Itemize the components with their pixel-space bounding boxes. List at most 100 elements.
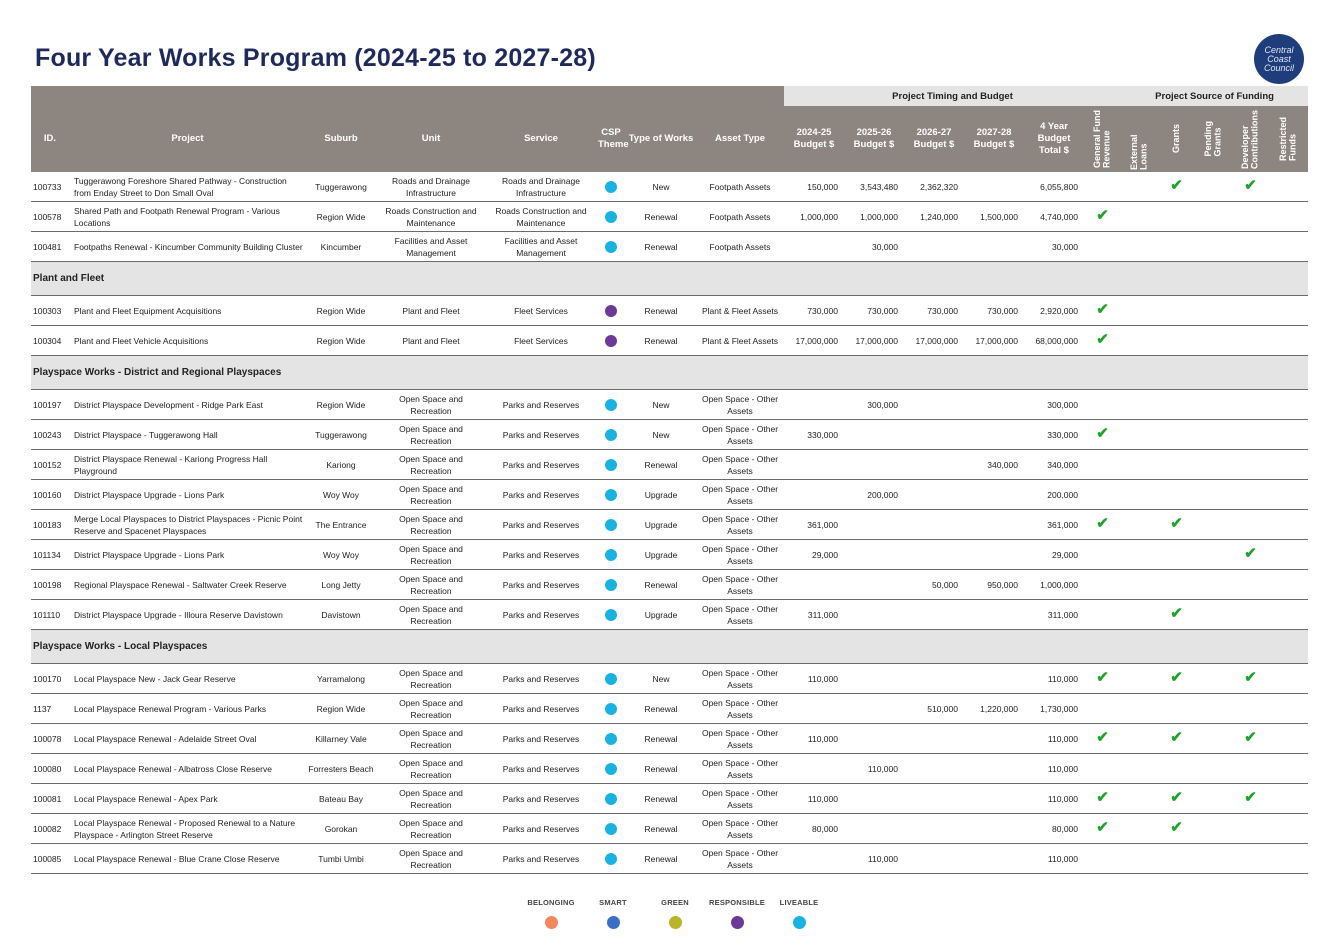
col-grants: Grants xyxy=(1158,106,1196,172)
cell-id: 1137 xyxy=(31,693,69,724)
cell-csp-theme xyxy=(596,172,626,202)
cell-external-loans xyxy=(1121,509,1159,540)
cell-type-of-works: Upgrade xyxy=(626,599,696,630)
table-row: 100080 Local Playspace Renewal - Albatros… xyxy=(31,753,1309,784)
cell-pending-grants xyxy=(1195,813,1233,844)
cell-external-loans xyxy=(1121,325,1159,356)
cell-asset-type: Open Space - Other Assets xyxy=(696,783,784,814)
col-restricted-funds-label: Restricted Funds xyxy=(1278,116,1298,161)
cell-project: Local Playspace Renewal Program - Variou… xyxy=(69,693,306,724)
table-row: 100081 Local Playspace Renewal - Apex Par… xyxy=(31,783,1309,814)
cell-budget-2025-26 xyxy=(844,783,904,814)
cell-type-of-works: Renewal xyxy=(626,231,696,262)
cell-budget-2026-27 xyxy=(904,813,964,844)
cell-csp-theme xyxy=(596,509,626,540)
cell-restricted-funds xyxy=(1269,295,1309,326)
table-row: 101134 District Playspace Upgrade - Lions… xyxy=(31,539,1309,570)
cell-developer-contributions: ✔ xyxy=(1232,663,1270,694)
cell-project: Local Playspace Renewal - Blue Crane Clo… xyxy=(69,843,306,874)
cell-type-of-works: Upgrade xyxy=(626,509,696,540)
legend-smart-dot xyxy=(606,916,620,929)
csp-theme-responsible-dot xyxy=(605,304,617,317)
cell-grants: ✔ xyxy=(1158,663,1196,694)
cell-pending-grants xyxy=(1195,753,1233,784)
cell-general-fund xyxy=(1084,389,1122,420)
cell-budget-2024-25: 110,000 xyxy=(784,723,844,754)
cell-general-fund xyxy=(1084,693,1122,724)
cell-budget-total: 110,000 xyxy=(1024,723,1084,754)
cell-external-loans xyxy=(1121,295,1159,326)
cell-pending-grants xyxy=(1195,539,1233,570)
cell-budget-2024-25: 110,000 xyxy=(784,783,844,814)
checkmark-icon: ✔ xyxy=(1096,819,1109,836)
legend-item: BELONGING xyxy=(520,898,582,929)
cell-suburb: Killarney Vale xyxy=(306,723,376,754)
cell-general-fund: ✔ xyxy=(1084,509,1122,540)
cell-csp-theme xyxy=(596,231,626,262)
cell-project: Local Playspace Renewal - Apex Park xyxy=(69,783,306,814)
cell-developer-contributions xyxy=(1232,693,1270,724)
cell-restricted-funds xyxy=(1269,569,1309,600)
cell-budget-2026-27 xyxy=(904,449,964,480)
cell-budget-total: 29,000 xyxy=(1024,539,1084,570)
cell-id: 100085 xyxy=(31,843,69,874)
cell-budget-total: 110,000 xyxy=(1024,663,1084,694)
cell-id: 100303 xyxy=(31,295,69,326)
legend-item: GREEN xyxy=(644,898,706,929)
section-header-row: Playspace Works - District and Regional … xyxy=(31,355,1309,390)
cell-suburb: Region Wide xyxy=(306,325,376,356)
cell-budget-2027-28 xyxy=(964,509,1024,540)
cell-service: Parks and Reserves xyxy=(486,723,596,754)
cell-unit: Facilities and Asset Management xyxy=(376,231,486,262)
page-title: Four Year Works Program (2024-25 to 2027… xyxy=(35,44,596,72)
cell-suburb: Yarramalong xyxy=(306,663,376,694)
cell-unit: Roads and Drainage Infrastructure xyxy=(376,172,486,202)
cell-budget-2027-28: 17,000,000 xyxy=(964,325,1024,356)
cell-asset-type: Open Space - Other Assets xyxy=(696,599,784,630)
col-budget-total: 4 Year Budget Total $ xyxy=(1024,106,1084,172)
cell-budget-2026-27 xyxy=(904,599,964,630)
checkmark-icon: ✔ xyxy=(1244,789,1257,806)
cell-suburb: Region Wide xyxy=(306,693,376,724)
cell-restricted-funds xyxy=(1269,419,1309,450)
cell-asset-type: Plant & Fleet Assets xyxy=(696,295,784,326)
cell-type-of-works: Renewal xyxy=(626,843,696,874)
cell-external-loans xyxy=(1121,479,1159,510)
cell-type-of-works: Renewal xyxy=(626,693,696,724)
cell-developer-contributions xyxy=(1232,509,1270,540)
table-row: 100170 Local Playspace New - Jack Gear Re… xyxy=(31,663,1309,694)
cell-budget-total: 340,000 xyxy=(1024,449,1084,480)
cell-developer-contributions xyxy=(1232,419,1270,450)
cell-budget-2027-28 xyxy=(964,172,1024,202)
cell-developer-contributions xyxy=(1232,389,1270,420)
cell-csp-theme xyxy=(596,783,626,814)
cell-project: Footpaths Renewal - Kincumber Community … xyxy=(69,231,306,262)
cell-pending-grants xyxy=(1195,599,1233,630)
cell-unit: Open Space and Recreation xyxy=(376,663,486,694)
cell-budget-total: 80,000 xyxy=(1024,813,1084,844)
cell-unit: Open Space and Recreation xyxy=(376,479,486,510)
legend-liveable-dot xyxy=(792,916,806,929)
cell-suburb: Tuggerawong xyxy=(306,419,376,450)
cell-pending-grants xyxy=(1195,295,1233,326)
cell-external-loans xyxy=(1121,753,1159,784)
table-row: 100733 Tuggerawong Foreshore Shared Pathw… xyxy=(31,172,1309,202)
cell-developer-contributions xyxy=(1232,479,1270,510)
col-developer-contributions: Developer Contributions xyxy=(1232,106,1270,172)
col-asset-type: Asset Type xyxy=(696,106,784,172)
col-type-of-works: Type of Works xyxy=(626,106,696,172)
cell-budget-2026-27: 50,000 xyxy=(904,569,964,600)
cell-budget-2024-25: 80,000 xyxy=(784,813,844,844)
cell-budget-2027-28 xyxy=(964,843,1024,874)
csp-theme-liveable-dot xyxy=(605,398,617,411)
cell-grants: ✔ xyxy=(1158,783,1196,814)
cell-unit: Open Space and Recreation xyxy=(376,693,486,724)
cell-budget-total: 1,000,000 xyxy=(1024,569,1084,600)
cell-budget-2026-27 xyxy=(904,539,964,570)
cell-budget-2027-28: 1,500,000 xyxy=(964,201,1024,232)
cell-service: Fleet Services xyxy=(486,325,596,356)
cell-csp-theme xyxy=(596,325,626,356)
csp-theme-liveable-dot xyxy=(605,488,617,501)
cell-asset-type: Footpath Assets xyxy=(696,231,784,262)
cell-budget-2025-26: 30,000 xyxy=(844,231,904,262)
